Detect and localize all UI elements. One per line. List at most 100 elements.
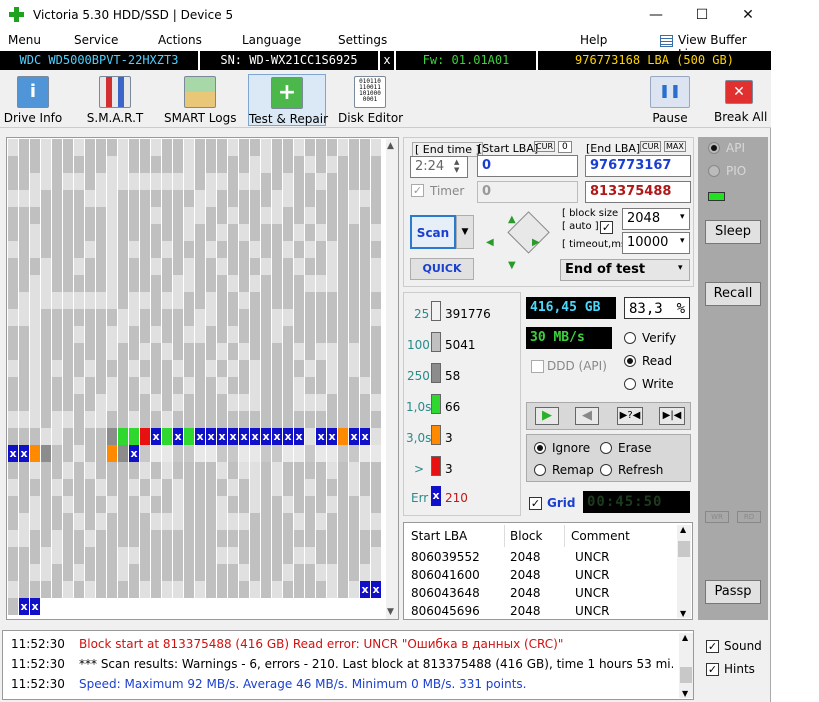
drive-info-tab[interactable]: i Drive Info (2, 74, 64, 126)
scroll-down-icon[interactable]: ▼ (387, 607, 394, 617)
sound-checkbox[interactable]: ✓ (706, 640, 719, 653)
maximize-button[interactable]: ☐ (679, 4, 725, 26)
grid-block (52, 207, 62, 224)
grid-block (85, 309, 95, 326)
grid-block (206, 564, 216, 581)
break-all-button[interactable]: ✕ Break All (714, 74, 767, 126)
table-row[interactable]: 806041600 2048 UNCR (404, 568, 676, 586)
scroll-up-icon[interactable]: ▲ (387, 141, 394, 151)
table-scroll-down-icon[interactable]: ▼ (680, 609, 686, 618)
start-lba-field[interactable]: 0 (477, 155, 578, 177)
pad-right-icon[interactable]: ▶ (532, 237, 540, 248)
grid-block (327, 258, 337, 275)
grid-block (74, 377, 84, 394)
grid-block (74, 275, 84, 292)
grid-block (118, 377, 128, 394)
menu-item-help[interactable]: Help (580, 33, 607, 47)
grid-block (250, 173, 260, 190)
pad-up-icon[interactable]: ▲ (508, 214, 516, 225)
table-row[interactable]: 806039552 2048 UNCR (404, 550, 676, 568)
erase-radio[interactable] (600, 442, 612, 454)
hints-checkbox[interactable]: ✓ (706, 663, 719, 676)
ddd-api-checkbox[interactable] (531, 360, 544, 373)
grid-block (74, 326, 84, 343)
grid-block (228, 326, 238, 343)
verify-radio[interactable] (624, 332, 636, 344)
menu-item-settings[interactable]: Settings (338, 33, 387, 47)
sleep-button[interactable]: Sleep (705, 220, 761, 244)
direction-pad[interactable]: ▲ ▼ ◀ ▶ (482, 211, 550, 276)
butterfly-icon[interactable]: ▶|◀ (659, 407, 685, 425)
table-row[interactable]: 806043648 2048 UNCR (404, 586, 676, 604)
menu-item-menu[interactable]: Menu (8, 33, 41, 47)
refresh-radio[interactable] (600, 464, 612, 476)
log-scroll-up-icon[interactable]: ▲ (682, 633, 688, 642)
grid-block (250, 547, 260, 564)
grid-block (294, 258, 304, 275)
minimize-button[interactable]: — (633, 4, 679, 26)
grid-block (52, 411, 62, 428)
end-action-select[interactable]: End of test (560, 259, 690, 281)
write-radio[interactable] (624, 378, 636, 390)
grid-scrollbar[interactable]: ▲ ▼ (386, 139, 398, 619)
grid-block (217, 326, 227, 343)
read-radio[interactable] (624, 355, 636, 367)
log-scroll-thumb[interactable] (680, 667, 692, 683)
recall-button[interactable]: Recall (705, 282, 761, 306)
grid-block (305, 581, 315, 598)
grid-block (206, 479, 216, 496)
log-scrollbar[interactable]: ▲ ▼ (679, 633, 693, 698)
timer-checkbox[interactable]: ✓ (411, 184, 424, 197)
close-button[interactable]: ✕ (725, 4, 771, 26)
pad-down-icon[interactable]: ▼ (508, 260, 516, 271)
test-repair-tab[interactable]: + Test & Repair (248, 74, 328, 126)
grid-block (239, 258, 249, 275)
start-cur-button[interactable]: CUR (534, 141, 555, 152)
grid-block (30, 513, 40, 530)
remap-radio[interactable] (534, 464, 546, 476)
grid-block (272, 513, 282, 530)
table-scroll-up-icon[interactable]: ▲ (680, 525, 686, 534)
pio-radio[interactable] (708, 165, 720, 177)
end-max-button[interactable]: MAX (664, 141, 686, 152)
end-time-spin-icon[interactable]: ▲ ▼ (454, 158, 459, 174)
play-backward-icon[interactable]: ◀ (575, 407, 599, 425)
scan-button[interactable]: Scan (410, 215, 456, 249)
seek-random-icon[interactable]: ▶?◀ (617, 407, 643, 425)
api-radio[interactable] (708, 142, 720, 154)
grid-block (195, 394, 205, 411)
grid-block (173, 292, 183, 309)
grid-block (96, 360, 106, 377)
passp-button[interactable]: Passp (705, 580, 761, 604)
smart-tab[interactable]: S.M.A.R.T (84, 74, 146, 126)
menu-item-language[interactable]: Language (242, 33, 301, 47)
log-scroll-down-icon[interactable]: ▼ (682, 689, 688, 698)
grid-block (52, 190, 62, 207)
drive-close-x[interactable]: x (380, 51, 396, 70)
table-scrollbar[interactable]: ▲ ▼ (677, 525, 691, 618)
menu-item-actions[interactable]: Actions (158, 33, 202, 47)
menu-item-service[interactable]: Service (74, 33, 118, 47)
disk-editor-tab[interactable]: 010110 110011 101000 0001 Disk Editor (338, 74, 403, 126)
col-start-lba[interactable]: Start LBA (411, 529, 467, 543)
quick-button[interactable]: QUICK (410, 258, 474, 280)
end-lba-field[interactable]: 976773167 (585, 155, 691, 177)
grid-block (85, 428, 95, 445)
smart-logs-tab[interactable]: SMART Logs (164, 74, 236, 126)
grid-block (294, 530, 304, 547)
pad-left-icon[interactable]: ◀ (486, 237, 494, 248)
play-forward-icon[interactable]: ▶ (535, 407, 559, 425)
scan-dropdown-button[interactable]: ▼ (456, 215, 474, 249)
table-row[interactable]: 806045696 2048 UNCR (404, 604, 676, 622)
table-scroll-thumb[interactable] (678, 541, 690, 557)
grid-checkbox[interactable]: ✓ (529, 497, 542, 510)
auto-checkbox[interactable]: ✓ (600, 221, 613, 234)
grid-block (52, 224, 62, 241)
start-lba-field-2[interactable]: 0 (477, 181, 578, 203)
grid-block (305, 479, 315, 496)
pause-button[interactable]: ❚❚ Pause (648, 74, 692, 126)
ignore-radio[interactable] (534, 442, 546, 454)
col-comment[interactable]: Comment (571, 529, 630, 543)
col-block[interactable]: Block (510, 529, 542, 543)
end-cur-button[interactable]: CUR (640, 141, 661, 152)
